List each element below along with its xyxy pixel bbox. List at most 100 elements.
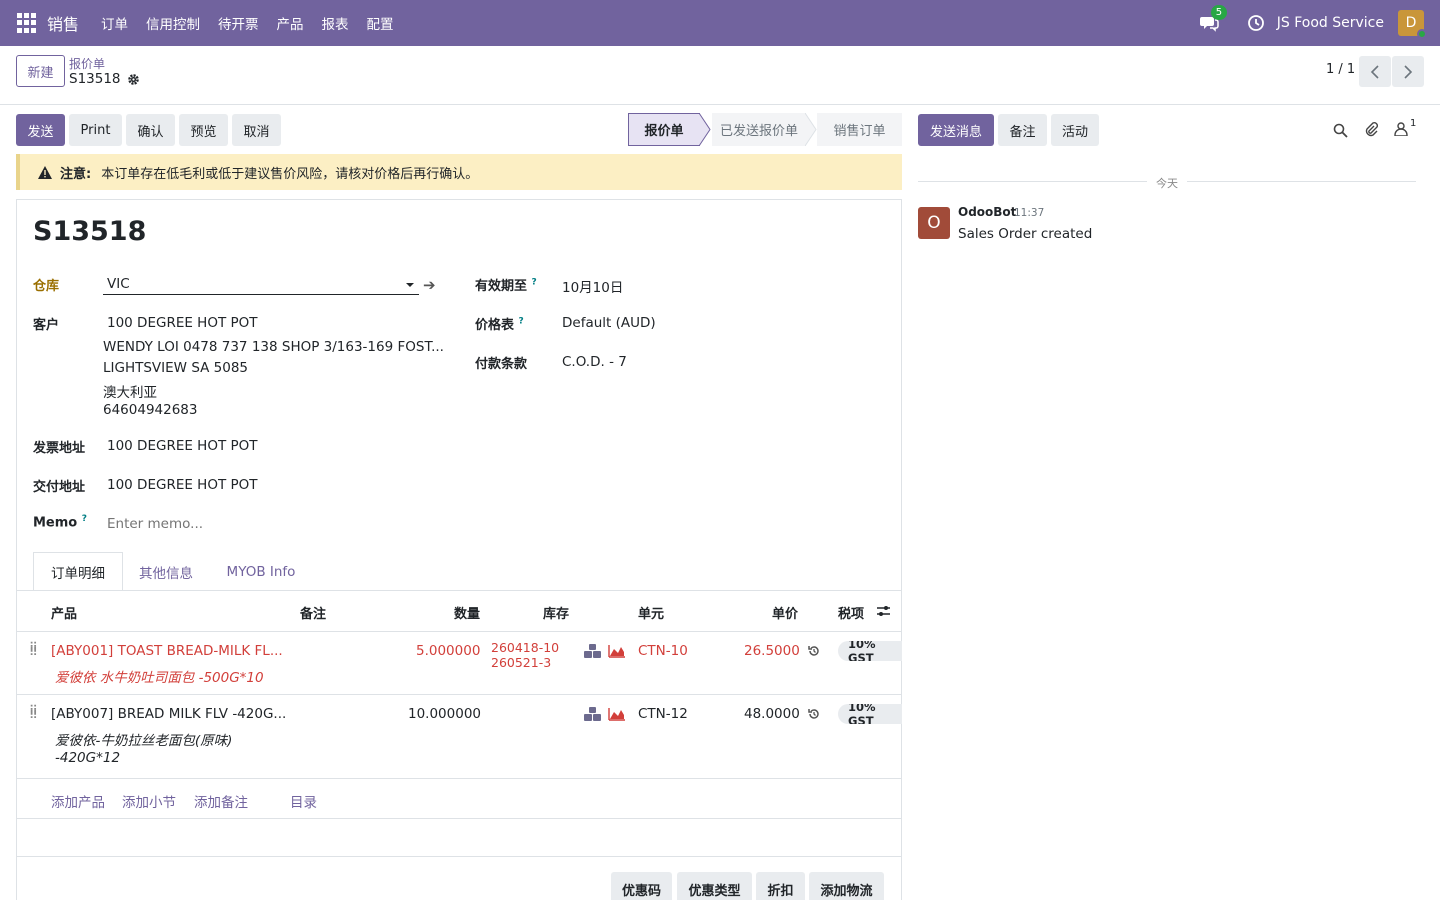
line-unit-price[interactable]: 26.5000 bbox=[744, 643, 800, 659]
area-chart-icon[interactable] bbox=[608, 644, 626, 658]
order-number-title: S13518 bbox=[33, 216, 147, 247]
menu-credit-control[interactable]: 信用控制 bbox=[146, 13, 200, 33]
payment-terms-field[interactable]: C.O.D. - 7 bbox=[562, 354, 627, 370]
invoice-address-field[interactable]: 100 DEGREE HOT POT bbox=[107, 438, 258, 454]
delivery-address-field[interactable]: 100 DEGREE HOT POT bbox=[107, 477, 258, 493]
preview-button[interactable]: 预览 bbox=[179, 114, 228, 146]
breadcrumb-parent[interactable]: 报价单 bbox=[69, 55, 105, 72]
validity-date-field[interactable]: 10月10日 bbox=[562, 276, 623, 296]
add-product-link[interactable]: 添加产品 bbox=[51, 791, 105, 811]
user-avatar[interactable]: D bbox=[1398, 10, 1427, 39]
customer-address-line: 64604942683 bbox=[103, 402, 198, 418]
pager-next-button[interactable] bbox=[1392, 56, 1424, 87]
row-divider bbox=[16, 631, 902, 632]
send-button[interactable]: 发送 bbox=[16, 114, 65, 146]
add-note-link[interactable]: 添加备注 bbox=[194, 791, 248, 811]
discount-button[interactable]: 折扣 bbox=[756, 872, 805, 900]
new-button[interactable]: 新建 bbox=[16, 55, 65, 87]
cubes-icon[interactable] bbox=[584, 707, 602, 721]
line-unit[interactable]: CTN-12 bbox=[638, 706, 688, 722]
line-unit[interactable]: CTN-10 bbox=[638, 643, 688, 659]
cubes-icon[interactable] bbox=[584, 644, 602, 658]
help-tooltip-icon[interactable]: ? bbox=[519, 317, 524, 327]
menu-products[interactable]: 产品 bbox=[277, 13, 304, 33]
line-stock-lot: 260521-3 bbox=[491, 655, 552, 670]
menu-configuration[interactable]: 配置 bbox=[367, 13, 394, 33]
line-unit-price[interactable]: 48.0000 bbox=[744, 706, 800, 722]
add-shipping-button[interactable]: 添加物流 bbox=[809, 872, 884, 900]
main-menu: 订单 信用控制 待开票 产品 报表 配置 bbox=[101, 13, 412, 33]
drag-handle-icon[interactable]: ⠿ ⠿ bbox=[29, 704, 38, 721]
menu-orders[interactable]: 订单 bbox=[101, 13, 128, 33]
warning-icon bbox=[38, 165, 52, 179]
warehouse-select[interactable]: VIC bbox=[103, 273, 419, 295]
column-header-unit-price[interactable]: 单价 bbox=[772, 603, 798, 622]
paperclip-icon[interactable] bbox=[1364, 121, 1378, 138]
column-header-product[interactable]: 产品 bbox=[51, 603, 77, 622]
column-header-stock[interactable]: 库存 bbox=[543, 603, 569, 622]
column-header-quantity[interactable]: 数量 bbox=[454, 603, 480, 622]
control-panel: 新建 报价单 S13518 1 / 1 bbox=[0, 46, 1440, 105]
pager-previous-button[interactable] bbox=[1359, 56, 1391, 87]
customer-field[interactable]: 100 DEGREE HOT POT bbox=[107, 315, 258, 331]
line-quantity[interactable]: 5.000000 bbox=[416, 643, 480, 659]
status-sales-order[interactable]: 销售订单 bbox=[817, 113, 902, 146]
line-description[interactable]: -420G*12 bbox=[55, 750, 120, 766]
follower-icon[interactable] bbox=[1394, 122, 1408, 136]
breadcrumb-current: S13518 bbox=[69, 71, 140, 87]
history-icon[interactable] bbox=[807, 707, 821, 721]
menu-to-invoice[interactable]: 待开票 bbox=[218, 13, 259, 33]
tab-other-info[interactable]: 其他信息 bbox=[128, 552, 204, 591]
column-header-unit[interactable]: 单元 bbox=[638, 603, 664, 622]
pricelist-field[interactable]: Default (AUD) bbox=[562, 315, 656, 331]
history-icon[interactable] bbox=[807, 644, 821, 658]
promotion-type-button[interactable]: 优惠类型 bbox=[677, 872, 752, 900]
line-description[interactable]: 爱彼依-牛奶拉丝老面包(原味) bbox=[55, 729, 232, 749]
optional-columns-toggle-icon[interactable] bbox=[876, 604, 891, 618]
warning-text: 本订单存在低毛利或低于建议售价风险，请核对价格后再行确认。 bbox=[101, 166, 479, 182]
tab-myob-info[interactable]: MYOB Info bbox=[214, 552, 308, 591]
status-arrow bbox=[805, 113, 817, 146]
line-product[interactable]: [ABY001] TOAST BREAD-MILK FL... bbox=[51, 643, 283, 659]
message-author[interactable]: OdooBot bbox=[958, 205, 1016, 219]
drag-handle-icon[interactable]: ⠿ ⠿ bbox=[29, 641, 38, 658]
status-quotation-sent[interactable]: 已发送报价单 bbox=[712, 113, 806, 146]
help-tooltip-icon[interactable]: ? bbox=[82, 514, 87, 524]
chevron-down-icon[interactable] bbox=[406, 283, 414, 287]
customer-label: 客户 bbox=[33, 318, 60, 333]
messaging-icon[interactable]: 5 bbox=[1199, 5, 1228, 33]
apps-menu-icon[interactable] bbox=[17, 13, 37, 33]
activity-clock-icon[interactable] bbox=[1247, 14, 1265, 32]
column-header-taxes[interactable]: 税项 bbox=[838, 603, 864, 622]
print-button[interactable]: Print bbox=[69, 114, 122, 146]
menu-reports[interactable]: 报表 bbox=[322, 13, 349, 33]
tax-tag[interactable]: 10% GST bbox=[838, 704, 902, 724]
tab-divider bbox=[16, 590, 902, 591]
area-chart-icon[interactable] bbox=[608, 707, 626, 721]
pager-value[interactable]: 1 / 1 bbox=[1326, 62, 1355, 77]
confirm-button[interactable]: 确认 bbox=[126, 114, 175, 146]
company-switcher[interactable]: JS Food Service bbox=[1277, 15, 1384, 31]
send-message-button[interactable]: 发送消息 bbox=[918, 114, 994, 146]
add-section-link[interactable]: 添加小节 bbox=[122, 791, 176, 811]
help-tooltip-icon[interactable]: ? bbox=[532, 278, 537, 288]
line-description[interactable]: 爱彼依 水牛奶吐司面包 -500G*10 bbox=[55, 666, 264, 686]
tax-tag[interactable]: 10% GST bbox=[838, 641, 902, 661]
cancel-button[interactable]: 取消 bbox=[232, 114, 281, 146]
activity-button[interactable]: 活动 bbox=[1051, 114, 1099, 146]
gear-icon[interactable] bbox=[127, 73, 140, 86]
date-divider-line bbox=[918, 181, 1147, 182]
line-product[interactable]: [ABY007] BREAD MILK FLV -420G... bbox=[51, 706, 286, 722]
line-quantity[interactable]: 10.000000 bbox=[408, 706, 481, 722]
status-quotation[interactable]: 报价单 bbox=[628, 113, 700, 146]
coupon-code-button[interactable]: 优惠码 bbox=[611, 872, 672, 900]
log-note-button[interactable]: 备注 bbox=[998, 114, 1047, 146]
internal-link-arrow-icon[interactable]: ➔ bbox=[423, 276, 436, 294]
tab-order-lines[interactable]: 订单明细 bbox=[33, 552, 123, 591]
catalog-link[interactable]: 目录 bbox=[290, 791, 317, 811]
column-header-note[interactable]: 备注 bbox=[300, 603, 326, 622]
app-brand[interactable]: 销售 bbox=[47, 11, 79, 35]
search-icon[interactable] bbox=[1333, 123, 1348, 138]
status-arrow bbox=[699, 113, 711, 146]
memo-input[interactable] bbox=[103, 514, 419, 534]
